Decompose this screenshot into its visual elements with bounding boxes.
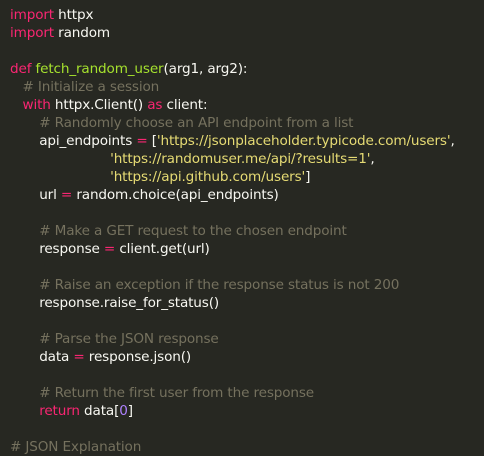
- code-operator: =: [103, 241, 116, 257]
- code-keyword: as: [147, 97, 163, 113]
- code-line: url = random.choice(api_endpoints): [10, 186, 484, 204]
- code-text: (arg1, arg2):: [163, 61, 248, 77]
- code-number: 0: [119, 403, 128, 419]
- code-text: random: [53, 25, 110, 41]
- code-line: api_endpoints = ['https://jsonplaceholde…: [10, 132, 484, 150]
- code-line: 'https://randomuser.me/api/?results=1',: [10, 150, 484, 168]
- code-keyword: import: [10, 7, 54, 23]
- code-text: ,: [450, 133, 455, 149]
- code-text: url: [10, 187, 61, 203]
- code-line: 'https://api.github.com/users']: [10, 168, 484, 186]
- code-keyword: return: [39, 403, 80, 419]
- code-operator: =: [136, 133, 148, 149]
- code-line: response.raise_for_status(): [10, 294, 484, 312]
- code-keyword: def: [10, 61, 36, 77]
- code-text: httpx.Client(): [50, 97, 148, 113]
- code-text: ]: [305, 169, 311, 185]
- code-line: # JSON Explanation: [10, 438, 484, 456]
- code-function-name: fetch_random_user: [35, 61, 164, 77]
- code-comment: # Parse the JSON response: [39, 331, 219, 347]
- code-comment: # Return the first user from the respons…: [39, 385, 315, 401]
- code-text: data[: [79, 403, 120, 419]
- code-text: data: [10, 349, 74, 365]
- code-comment: # Randomly choose an API endpoint from a…: [39, 115, 354, 131]
- code-text: response.raise_for_status(): [10, 295, 220, 311]
- code-string: 'https://jsonplaceholder.typicode.com/us…: [156, 133, 451, 149]
- code-line: import httpx: [10, 6, 484, 24]
- code-editor[interactable]: import httpx import random def fetch_rando…: [0, 0, 484, 455]
- code-text: response.json(): [84, 349, 192, 365]
- code-line: # Raise an exception if the response sta…: [10, 276, 484, 294]
- code-text: response: [10, 241, 104, 257]
- code-line: # Make a GET request to the chosen endpo…: [10, 222, 484, 240]
- code-line: response = client.get(url): [10, 240, 484, 258]
- code-text: [: [147, 133, 157, 149]
- code-text: httpx: [53, 7, 94, 23]
- code-operator: =: [60, 187, 73, 203]
- code-text: random.choice(api_endpoints): [72, 187, 279, 203]
- code-comment: # JSON Explanation: [10, 439, 142, 455]
- code-line: return data[0]: [10, 402, 484, 420]
- code-string: 'https://randomuser.me/api/?results=1': [110, 151, 371, 167]
- code-line: with httpx.Client() as client:: [10, 96, 484, 114]
- code-line: import random: [10, 24, 484, 42]
- code-keyword: with: [22, 97, 51, 113]
- code-string: 'https://api.github.com/users': [110, 169, 306, 185]
- code-line: # Parse the JSON response: [10, 330, 484, 348]
- code-text: client:: [162, 97, 208, 113]
- code-line: # Randomly choose an API endpoint from a…: [10, 114, 484, 132]
- code-comment: # Raise an exception if the response sta…: [39, 277, 400, 293]
- code-keyword: import: [10, 25, 54, 41]
- code-text: api_endpoints: [10, 133, 137, 149]
- code-line: # Initialize a session: [10, 78, 484, 96]
- code-operator: =: [73, 349, 85, 365]
- code-comment: # Make a GET request to the chosen endpo…: [39, 223, 347, 239]
- code-line: data = response.json(): [10, 348, 484, 366]
- code-text: ,: [370, 151, 375, 167]
- code-text: client.get(url): [115, 241, 210, 257]
- code-text: ]: [127, 403, 133, 419]
- code-line: def fetch_random_user(arg1, arg2):: [10, 60, 484, 78]
- code-line: # Return the first user from the respons…: [10, 384, 484, 402]
- code-comment: # Initialize a session: [22, 79, 160, 95]
